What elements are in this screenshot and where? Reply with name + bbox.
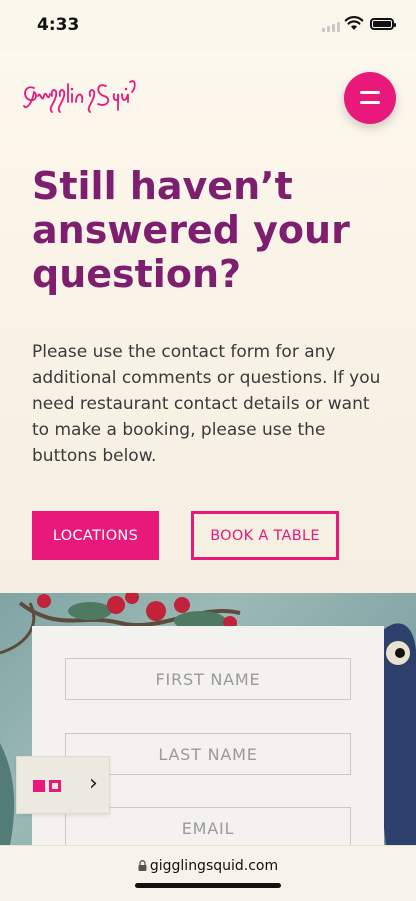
home-indicator[interactable] xyxy=(135,883,281,888)
battery-icon xyxy=(370,18,396,30)
menu-button[interactable] xyxy=(344,72,396,124)
signal-icon xyxy=(322,22,342,32)
menu-bar-bottom xyxy=(360,101,380,104)
intro-text: Please use the contact form for any addi… xyxy=(32,342,381,466)
address-bar[interactable]: gigglingsquid.com xyxy=(0,858,416,874)
url-text: gigglingsquid.com xyxy=(149,858,279,874)
locations-button[interactable]: LOCATIONS xyxy=(32,511,159,560)
menu-bar-top xyxy=(360,91,380,94)
outline-square-icon xyxy=(49,780,61,792)
giggling-squid-logo[interactable] xyxy=(20,74,136,118)
status-bar: 4:33 xyxy=(0,0,416,50)
first-name-field[interactable]: FIRST NAME xyxy=(65,658,351,700)
filled-square-icon xyxy=(33,780,45,792)
chevron-right-icon: › xyxy=(89,771,98,796)
lock-icon xyxy=(138,860,147,871)
status-time: 4:33 xyxy=(37,15,80,35)
side-tab-widget[interactable]: › xyxy=(16,756,110,814)
wifi-icon xyxy=(344,16,364,30)
page-title: Still haven’t answered your question? xyxy=(32,164,350,296)
book-a-table-button[interactable]: BOOK A TABLE xyxy=(191,511,339,560)
